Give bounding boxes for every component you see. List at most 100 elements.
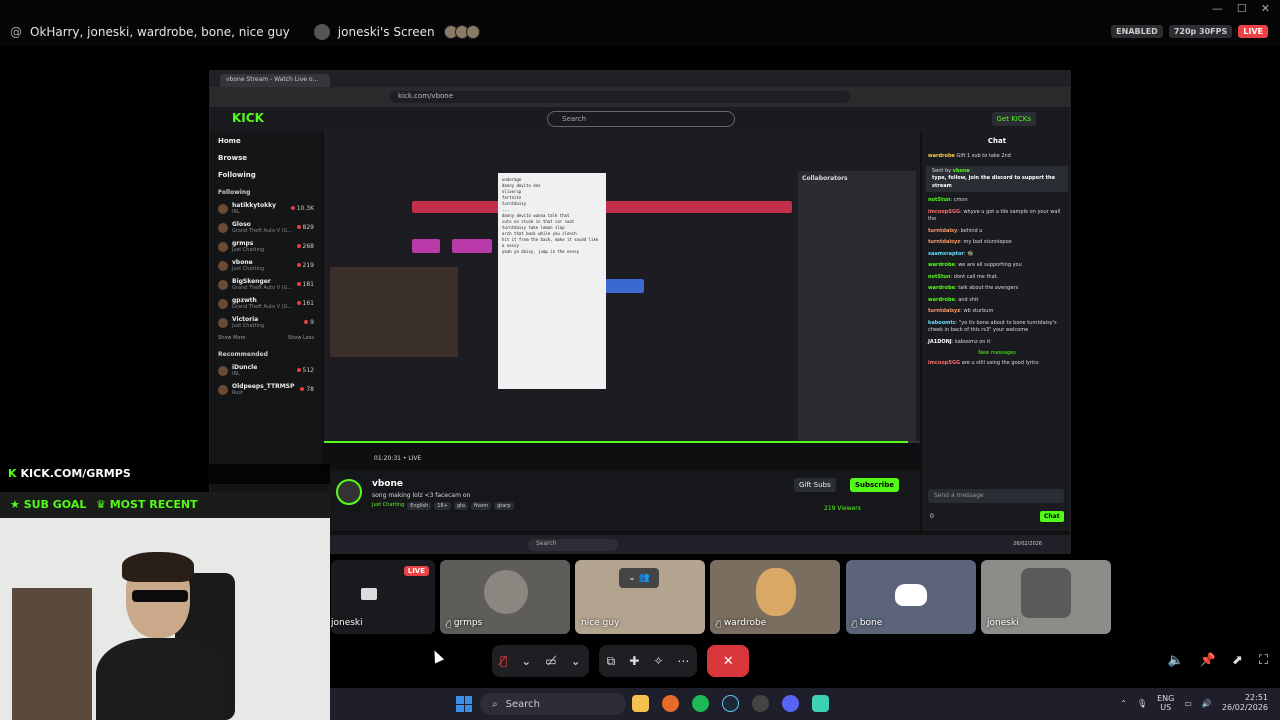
nav-browse[interactable]: Browse <box>218 154 314 162</box>
network-icon[interactable]: ▭ <box>1184 699 1192 708</box>
stream-player[interactable]: underage danny devito dns olivercp fortnite… <box>324 131 920 469</box>
maximize-button[interactable]: ☐ <box>1237 2 1247 15</box>
volume-icon[interactable]: 🔈 <box>1168 653 1184 668</box>
progress-bar[interactable] <box>324 441 920 443</box>
mute-mic-button[interactable]: 🎙̸ <box>500 654 507 668</box>
channel-item[interactable]: Oldpeeps_TTRMSP Rust 78 <box>218 383 314 396</box>
streamer-avatar[interactable] <box>336 479 362 505</box>
streamer-name[interactable]: vbone <box>372 479 403 489</box>
participant-tile-bone[interactable]: 🎙̸ bone <box>846 560 976 634</box>
new-messages-divider[interactable]: New messages <box>922 348 1070 358</box>
chat-user[interactable]: imcoopSGG <box>928 209 960 215</box>
steam-icon[interactable] <box>722 695 739 712</box>
taskbar-search[interactable]: ⌕ Search <box>480 693 626 715</box>
microphone-icon[interactable]: 🎙 <box>1137 699 1147 708</box>
minimize-button[interactable]: — <box>1212 2 1223 15</box>
channel-item[interactable]: iDuncle IRL 512 <box>218 364 314 377</box>
participant-tile-grmps[interactable]: 🎙̸ grmps <box>440 560 570 634</box>
firefox-icon[interactable] <box>662 695 679 712</box>
door <box>12 588 92 720</box>
chat-input[interactable]: Send a message <box>928 489 1064 503</box>
chat-user[interactable]: turntdaisy <box>928 228 957 234</box>
channel-item[interactable]: Victoria Just Chatting 9 <box>218 316 314 329</box>
chat-message: turntdaisyz: wb sturbum <box>928 308 994 314</box>
show-less-link[interactable]: Show Less <box>288 335 314 341</box>
kick-logo[interactable]: KICK <box>232 111 264 125</box>
tag[interactable]: gta <box>453 502 469 510</box>
person-hair <box>122 552 194 582</box>
chevron-down-icon[interactable]: ⌄ <box>521 654 531 668</box>
notepad-icon[interactable] <box>812 695 829 712</box>
chat-user[interactable]: turntdaisyz <box>928 308 960 314</box>
channel-item[interactable]: Gloso Grand Theft Auto V (G... 829 <box>218 221 314 234</box>
chat-user[interactable]: wardrobe <box>928 285 955 291</box>
discord-icon[interactable] <box>782 695 799 712</box>
avatar <box>1021 568 1071 618</box>
soundboard-button[interactable]: ✧ <box>653 654 663 668</box>
taskbar-apps <box>632 695 829 712</box>
more-options-button[interactable]: ⋯ <box>677 654 689 668</box>
pinned-user[interactable]: wardrobe <box>928 153 955 159</box>
browser-tab[interactable]: vbone Stream - Watch Live o... <box>220 74 330 87</box>
tag[interactable]: gtarp <box>494 502 514 510</box>
chevron-up-icon[interactable]: ⌃ <box>1120 699 1127 708</box>
call-participants-title[interactable]: OkHarry, joneski, wardrobe, bone, nice g… <box>30 25 290 39</box>
viewer-avatars[interactable] <box>443 25 480 39</box>
speaker-icon[interactable]: 🔊 <box>1202 699 1212 708</box>
share-screen-button[interactable]: ⧉ <box>607 654 616 669</box>
kick-search-input[interactable]: Search <box>547 111 735 127</box>
chat-text: wb sturbum <box>963 308 994 314</box>
chat-user[interactable]: imcoopSGG <box>928 360 960 366</box>
spotify-icon[interactable] <box>692 695 709 712</box>
chat-user[interactable]: saamxraptor <box>928 251 964 257</box>
tag[interactable]: fivem <box>471 502 492 510</box>
chat-user[interactable]: wardrobe <box>928 262 955 268</box>
add-friend-icon[interactable]: ⌄ 👥 <box>619 568 659 588</box>
activities-button[interactable]: ✚ <box>629 654 639 668</box>
category-link[interactable]: Just Chatting <box>372 502 404 510</box>
chrome-icon[interactable] <box>752 695 769 712</box>
audio-video-controls: 🎙̸ ⌄ ▭̸ ⌄ <box>492 645 589 677</box>
chat-user[interactable]: kaboomtc <box>928 320 956 326</box>
chat-user[interactable]: turntdaisyz <box>928 239 960 245</box>
screen-label: joneski's Screen <box>337 25 435 39</box>
browser-url-bar[interactable]: kick.com/vbone <box>390 91 850 103</box>
disconnect-button[interactable]: ✕ <box>707 645 750 677</box>
chat-user[interactable]: wardrobe <box>928 297 955 303</box>
popout-icon[interactable]: ⬈ <box>1232 653 1243 668</box>
nav-following[interactable]: Following <box>218 171 314 179</box>
gift-subs-button[interactable]: Gift Subs <box>794 478 836 492</box>
participant-tile-joneski-stream[interactable]: LIVE joneski <box>331 560 435 634</box>
chat-text: are u still using the good lyrics <box>961 360 1039 366</box>
file-explorer-icon[interactable] <box>632 695 649 712</box>
channel-item[interactable]: grmps Just Chatting 268 <box>218 240 314 253</box>
language-indicator[interactable]: ENG US <box>1157 694 1174 713</box>
avatar <box>218 279 228 290</box>
get-kicks-button[interactable]: Get KICKs <box>991 112 1036 126</box>
participant-tile-wardrobe[interactable]: 🎙̸ wardrobe <box>710 560 840 634</box>
tag[interactable]: English <box>407 502 432 510</box>
subscribe-button[interactable]: Subscribe <box>850 478 899 492</box>
participant-tile-nice-guy[interactable]: ⌄ 👥 nice guy <box>575 560 705 634</box>
clock[interactable]: 22:51 26/02/2026 <box>1222 693 1268 714</box>
channel-item[interactable]: vbone Just Chatting 219 <box>218 259 314 272</box>
chat-user[interactable]: JA1DONJ <box>928 339 952 345</box>
channel-item[interactable]: gpzwth Grand Theft Auto V (G... 161 <box>218 297 314 310</box>
channel-item[interactable]: hatikkytokky IRL 10.3K <box>218 202 314 215</box>
camera-off-button[interactable]: ▭̸ <box>545 654 556 668</box>
chat-user[interactable]: notStun <box>928 274 951 280</box>
fullscreen-icon[interactable]: ⛶ <box>1259 653 1268 668</box>
windows-start-icon[interactable] <box>456 696 472 712</box>
chevron-down-icon[interactable]: ⌄ <box>571 654 581 668</box>
participant-tile-joneski[interactable]: joneski <box>981 560 1111 634</box>
channel-item[interactable]: BigSkenger Grand Theft Auto V (G... 181 <box>218 278 314 291</box>
tag[interactable]: 18+ <box>434 502 451 510</box>
chat-user[interactable]: notStun <box>928 197 951 203</box>
chat-send-button[interactable]: Chat <box>1040 511 1064 522</box>
pin-icon[interactable]: 📌 <box>1200 653 1216 668</box>
close-button[interactable]: ✕ <box>1261 2 1270 15</box>
clock-date: 26/02/2026 <box>1221 703 1268 713</box>
sent-by-user[interactable]: vbone <box>953 168 970 174</box>
nav-home[interactable]: Home <box>218 137 314 145</box>
show-more-link[interactable]: Show More <box>218 335 245 341</box>
